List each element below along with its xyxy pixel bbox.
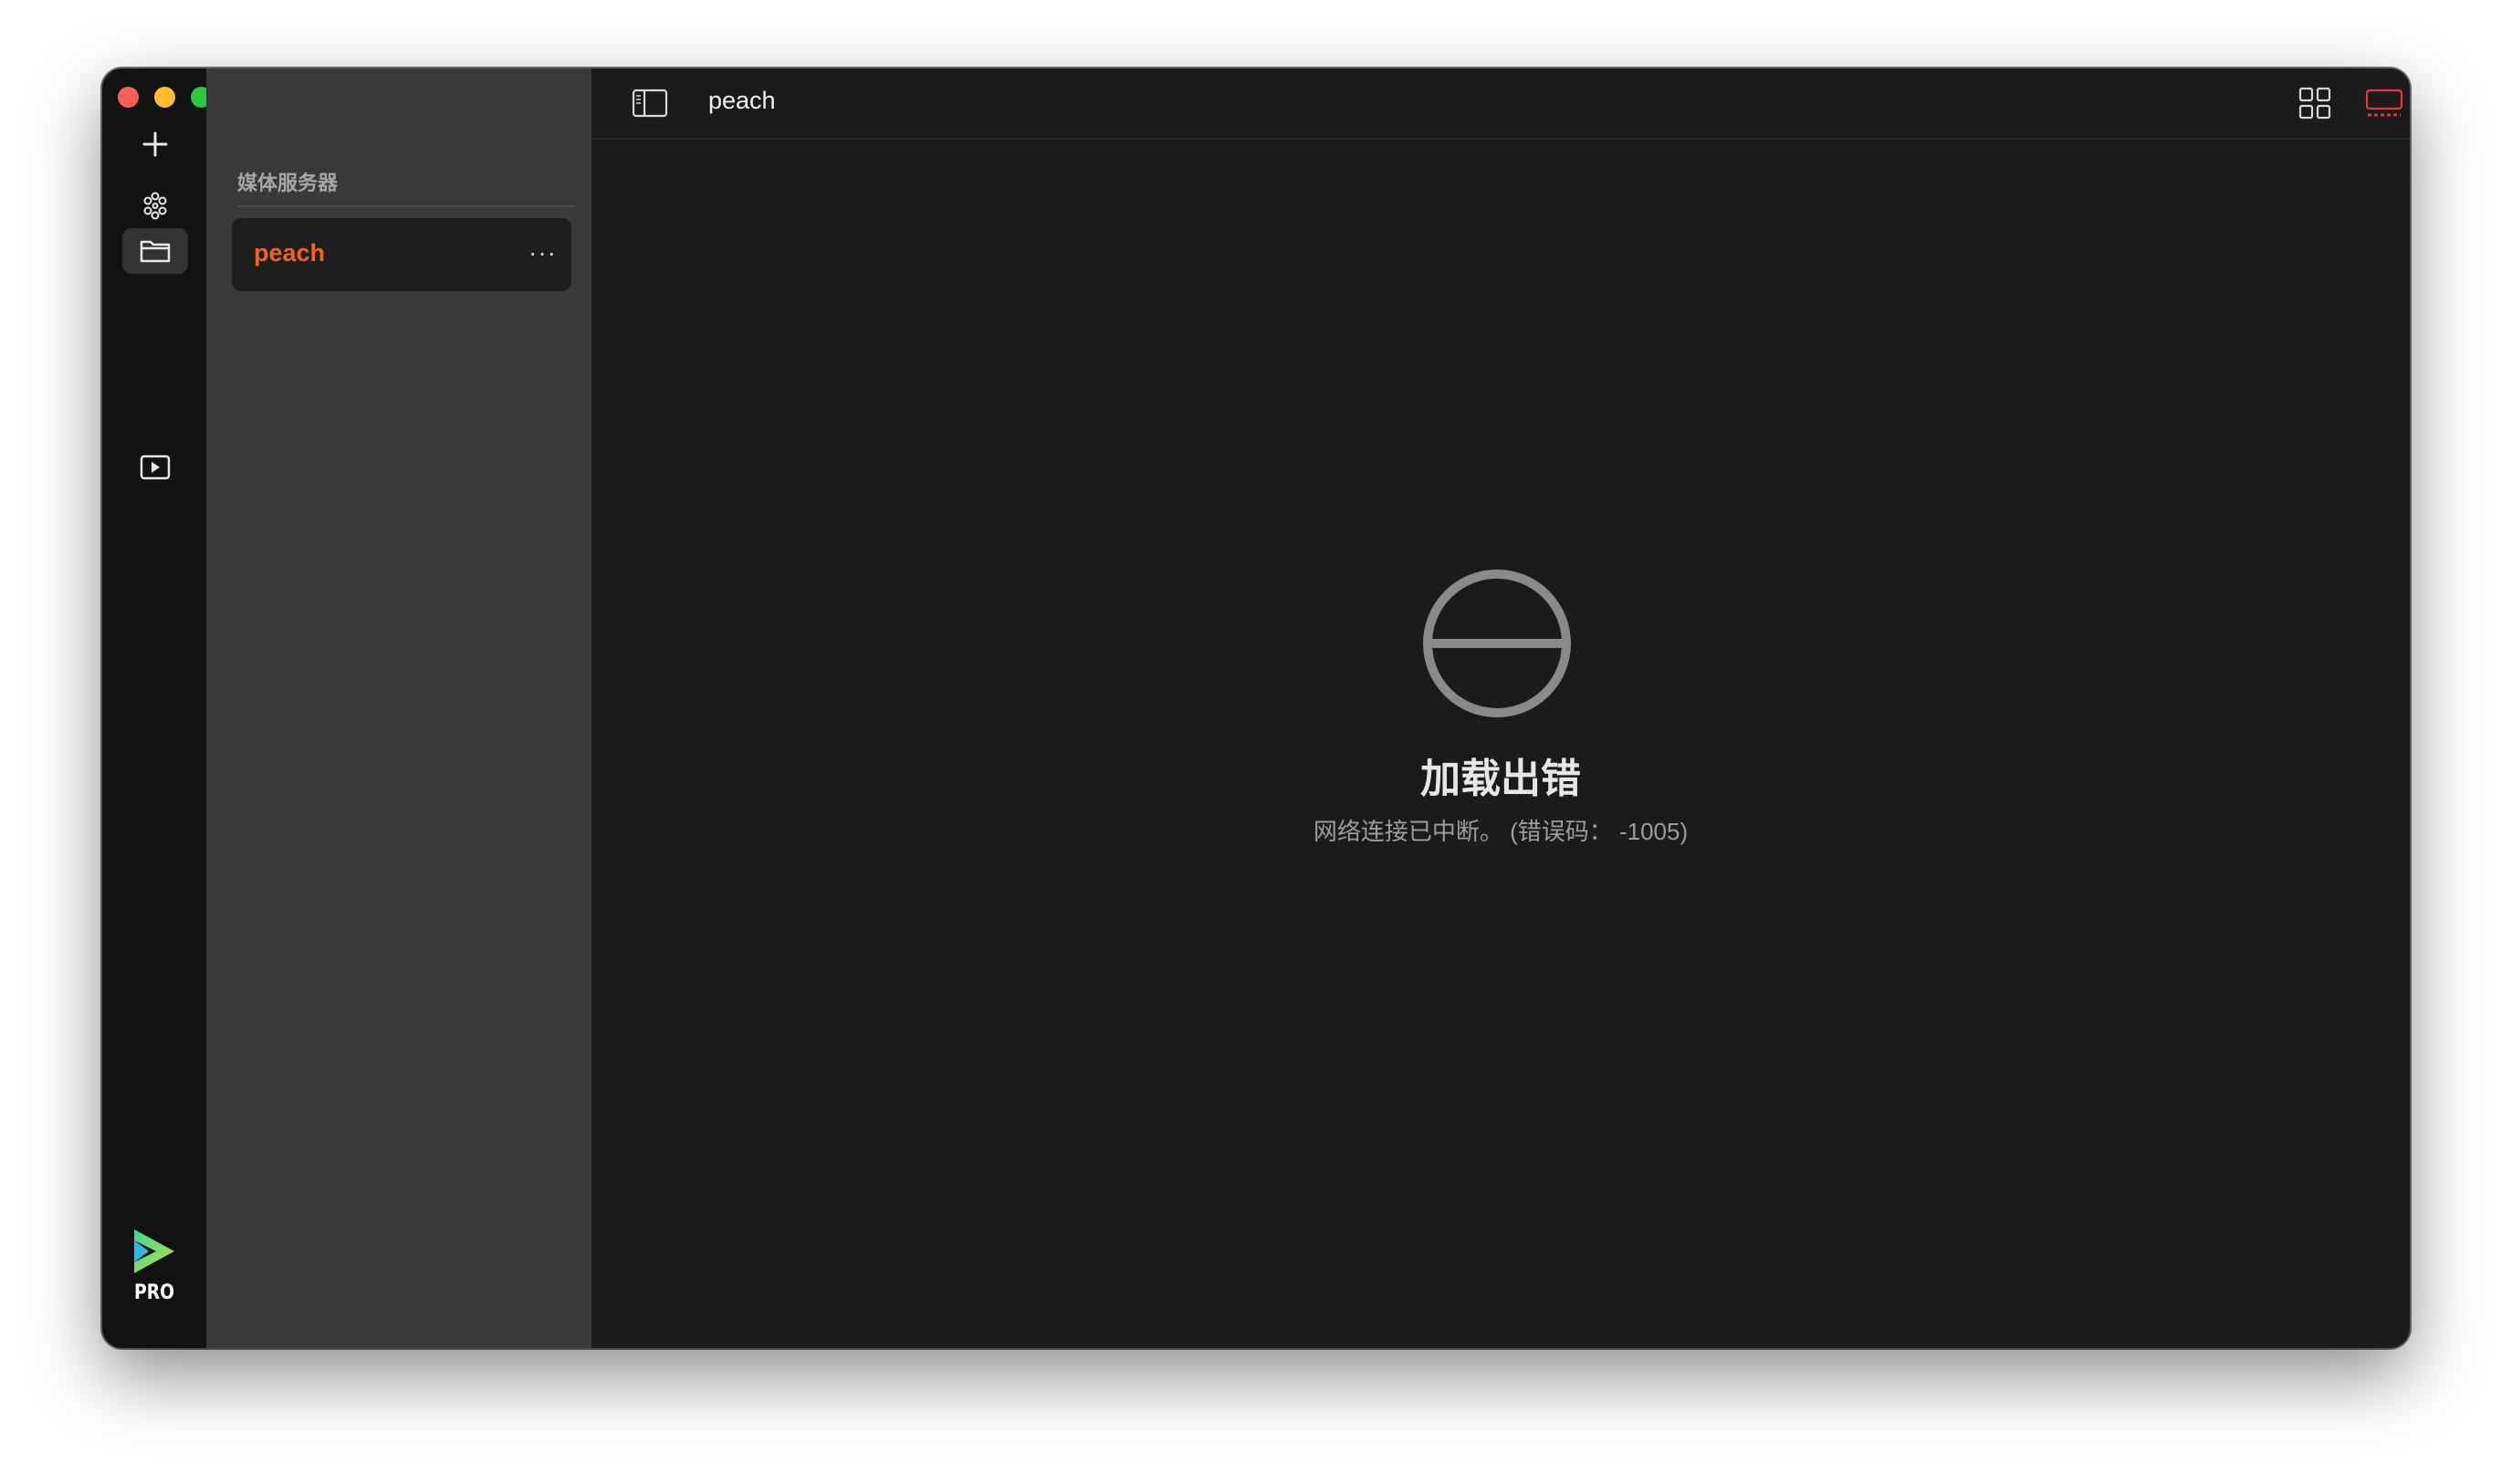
folder-icon <box>140 240 171 263</box>
network-icon <box>143 192 167 220</box>
banner-view-icon <box>2365 89 2403 117</box>
page-title: peach <box>708 87 776 114</box>
play-icon <box>140 455 171 480</box>
error-message: 网络连接已中断。 (错误码： -1005) <box>1313 818 1689 845</box>
error-title: 加载出错 <box>1420 756 1581 802</box>
grid-view-icon <box>2298 87 2331 120</box>
network-button[interactable] <box>122 183 188 229</box>
banner-view-button[interactable] <box>2362 81 2406 125</box>
app-logo: PRO <box>126 1228 183 1304</box>
infuse-logo-icon <box>134 1229 174 1273</box>
section-title-media-servers: 媒体服务器 <box>237 172 339 194</box>
section-divider <box>237 205 575 207</box>
add-server-button[interactable] <box>122 121 188 167</box>
files-button[interactable] <box>122 228 188 274</box>
toolbar: peach <box>591 68 2410 140</box>
server-name: peach <box>254 239 326 266</box>
toggle-sidebar-button[interactable] <box>628 81 672 125</box>
server-more-button[interactable]: ··· <box>529 235 557 271</box>
error-state-icon-wrap <box>1422 569 1572 718</box>
icon-rail: PRO <box>102 68 212 1348</box>
minimize-window-button[interactable] <box>154 87 175 108</box>
close-window-button[interactable] <box>118 87 139 108</box>
sidebar-toggle-icon <box>632 89 668 118</box>
player-button[interactable] <box>122 444 188 490</box>
pro-label: PRO <box>133 1281 175 1304</box>
grid-view-button[interactable] <box>2293 81 2337 125</box>
app-window: PRO 媒体服务器 peach ··· peach 加载出错 网络连接已中断。 … <box>102 68 2410 1348</box>
window-controls <box>118 87 212 108</box>
disconnected-icon <box>1423 570 1571 717</box>
plus-icon <box>142 131 168 157</box>
server-item-peach[interactable]: peach ··· <box>232 218 571 291</box>
